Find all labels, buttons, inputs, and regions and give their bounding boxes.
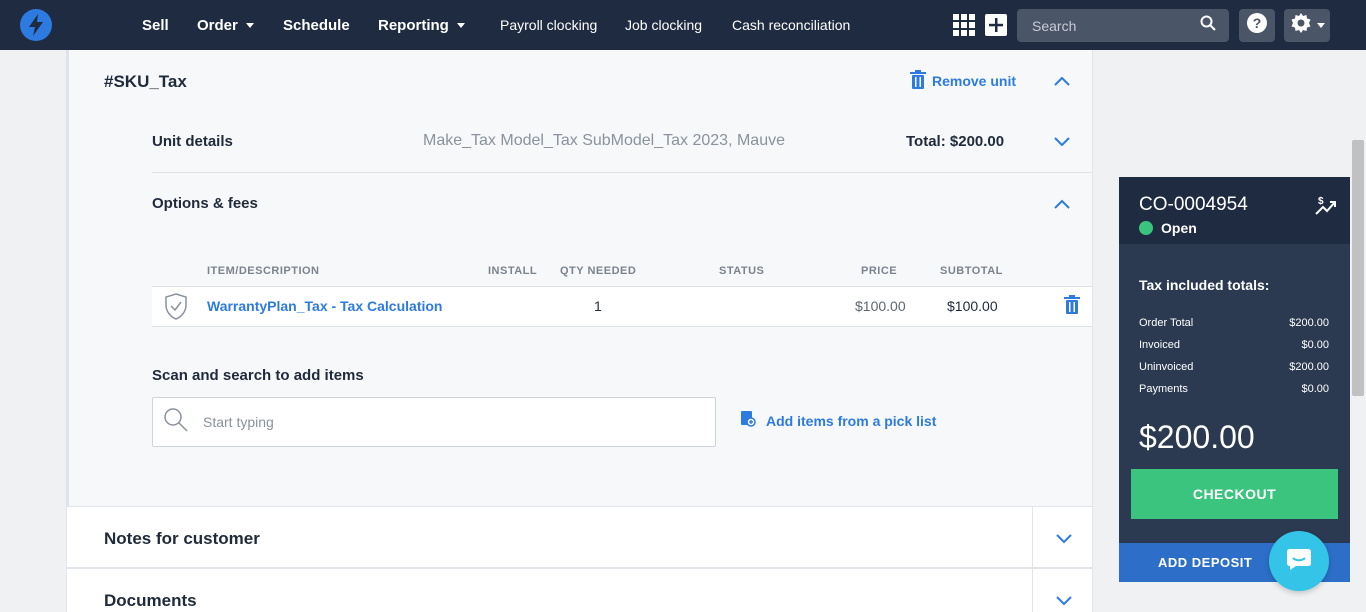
nav-order-label: Order (197, 16, 238, 34)
header-install: INSTALL (488, 265, 538, 277)
order-number: CO-0004954 (1139, 194, 1248, 215)
pick-list-button[interactable]: Add items from a pick list (740, 411, 936, 430)
pick-list-icon (740, 411, 756, 430)
plus-icon[interactable] (985, 14, 1007, 36)
notes-title: Notes for customer (104, 529, 260, 548)
question-icon: ? (1246, 12, 1268, 39)
row-qty: 1 (594, 298, 602, 314)
nav-payroll-clocking[interactable]: Payroll clocking (500, 0, 597, 50)
row-subtotal: $100.00 (947, 298, 998, 314)
nav-sell[interactable]: Sell (142, 0, 169, 50)
chevron-up-icon[interactable] (1054, 74, 1070, 92)
nav-cash-reconciliation[interactable]: Cash reconciliation (732, 0, 850, 50)
shield-check-icon (164, 293, 188, 325)
nav-job-clocking[interactable]: Job clocking (625, 0, 702, 50)
header-price: PRICE (861, 265, 898, 277)
divider (1032, 569, 1033, 612)
nav-sell-label: Sell (142, 16, 169, 34)
settings-button[interactable] (1284, 9, 1330, 42)
status-badge: Open (1161, 220, 1197, 236)
sku-title: #SKU_Tax (104, 72, 187, 91)
unit-total: Total: $200.00 (906, 133, 1005, 150)
divider (152, 172, 1092, 173)
grand-total: $200.00 (1139, 419, 1255, 455)
scrollbar-thumb[interactable] (1352, 140, 1364, 396)
scan-search-field[interactable] (152, 397, 716, 447)
chat-button[interactable] (1269, 531, 1329, 591)
documents-section[interactable]: Documents (66, 568, 1093, 612)
svg-text:$: $ (1318, 196, 1324, 207)
chevron-down-icon[interactable] (1056, 594, 1072, 612)
divider (1032, 507, 1033, 567)
nav-reporting[interactable]: Reporting (378, 0, 465, 50)
gear-icon (1289, 11, 1313, 40)
payments-value: $0.00 (1301, 383, 1329, 395)
chevron-down-icon (456, 22, 465, 28)
scan-input[interactable] (203, 414, 683, 430)
invoiced-value: $0.00 (1301, 339, 1329, 351)
header-status: STATUS (719, 265, 765, 277)
nav-order[interactable]: Order (197, 0, 254, 50)
order-total-label: Order Total (1139, 317, 1194, 329)
nav-reporting-label: Reporting (378, 16, 449, 34)
summary-header: CO-0004954 $ Open (1119, 177, 1350, 244)
status-dot (1139, 221, 1153, 235)
chevron-down-icon (1317, 23, 1325, 28)
header-subtotal: SUBTOTAL (940, 265, 1003, 277)
unit-details-label: Unit details (152, 133, 233, 150)
chat-icon (1286, 547, 1312, 576)
uninvoiced-value: $200.00 (1289, 361, 1329, 373)
checkout-button[interactable]: CHECKOUT (1131, 469, 1338, 519)
scan-label: Scan and search to add items (152, 367, 364, 384)
order-summary-card: CO-0004954 $ Open Tax included totals: O… (1119, 177, 1350, 582)
trash-icon (910, 70, 926, 92)
documents-title: Documents (104, 591, 197, 610)
search-icon[interactable] (1200, 15, 1216, 36)
remove-unit-button[interactable]: Remove unit (910, 70, 1016, 92)
chevron-down-icon[interactable] (1056, 532, 1072, 550)
nav-schedule[interactable]: Schedule (283, 0, 350, 50)
top-nav: Sell Order Schedule Reporting Payroll cl… (0, 0, 1366, 50)
chevron-down-icon (245, 22, 254, 28)
invoiced-label: Invoiced (1139, 339, 1180, 351)
search-icon (163, 407, 189, 438)
header-qty: QTY NEEDED (560, 265, 637, 277)
pick-list-label: Add items from a pick list (766, 412, 937, 429)
row-item-link[interactable]: WarrantyPlan_Tax - Tax Calculation (207, 298, 442, 314)
trash-icon[interactable] (1064, 295, 1080, 319)
search-box[interactable] (1017, 9, 1229, 42)
help-button[interactable]: ? (1239, 9, 1275, 42)
svg-text:?: ? (1253, 15, 1262, 31)
uninvoiced-label: Uninvoiced (1139, 361, 1194, 373)
remove-unit-label: Remove unit (932, 73, 1017, 89)
totals-heading: Tax included totals: (1139, 277, 1270, 293)
chevron-down-icon[interactable] (1054, 135, 1070, 153)
row-price: $100.00 (855, 298, 906, 314)
header-item: ITEM/DESCRIPTION (207, 265, 320, 277)
profit-trend-icon[interactable]: $ (1315, 194, 1337, 221)
apps-grid-icon[interactable] (953, 14, 975, 36)
search-input[interactable] (1032, 17, 1192, 34)
payments-label: Payments (1139, 383, 1188, 395)
order-total-value: $200.00 (1289, 317, 1329, 329)
unit-description: Make_Tax Model_Tax SubModel_Tax 2023, Ma… (423, 132, 785, 149)
options-fees-label: Options & fees (152, 195, 258, 212)
lightning-logo-icon[interactable] (20, 9, 52, 41)
notes-section[interactable]: Notes for customer (66, 506, 1093, 568)
chevron-up-icon[interactable] (1054, 197, 1070, 215)
nav-schedule-label: Schedule (283, 16, 350, 34)
